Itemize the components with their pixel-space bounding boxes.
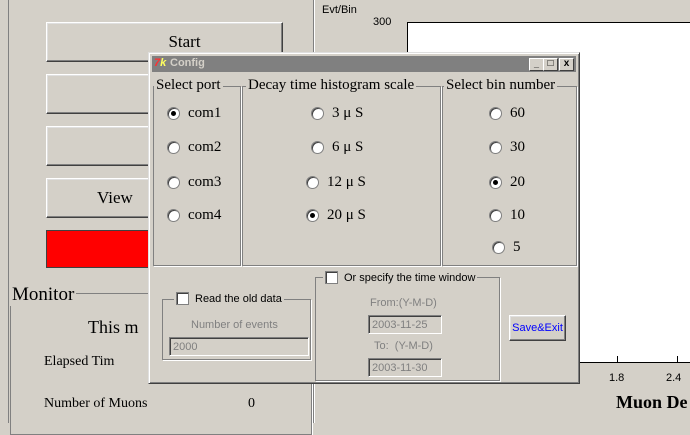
select-port-label: Select port bbox=[154, 77, 223, 94]
radio-button[interactable] bbox=[306, 209, 319, 222]
app-icon: 7k bbox=[154, 57, 167, 69]
bin-option-10[interactable]: 10 bbox=[489, 207, 525, 224]
elapsed-time-label: Elapsed Tim bbox=[44, 354, 115, 369]
plot-xlabel: Muon De bbox=[616, 392, 688, 412]
plot-ylabel: Evt/Bin bbox=[322, 4, 357, 16]
radio-button[interactable] bbox=[489, 209, 502, 222]
radio-button[interactable] bbox=[306, 176, 319, 189]
radio-button[interactable] bbox=[489, 107, 502, 120]
bin-option-30[interactable]: 30 bbox=[489, 139, 525, 156]
plot-xtick-2: 2.4 bbox=[666, 372, 682, 384]
read-old-checkbox[interactable]: Read the old data bbox=[174, 292, 284, 305]
checkbox[interactable] bbox=[325, 271, 338, 284]
decay-scale-label: Decay time histogram scale bbox=[246, 77, 417, 94]
from-date-field[interactable]: 2003-11-25 bbox=[368, 315, 442, 334]
radio-button[interactable] bbox=[311, 141, 324, 154]
radio-button[interactable] bbox=[167, 209, 180, 222]
bin-option-5[interactable]: 5 bbox=[492, 239, 521, 256]
to-label: To: (Y-M-D) bbox=[374, 340, 433, 352]
close-button[interactable]: x bbox=[559, 58, 574, 71]
radio-button[interactable] bbox=[489, 141, 502, 154]
minimize-button[interactable]: _ bbox=[529, 58, 544, 71]
plot-ytick-top: 300 bbox=[373, 16, 392, 28]
bin-number-label: Select bin number bbox=[444, 77, 558, 94]
decay-option-12us[interactable]: 12 μ S bbox=[306, 174, 366, 191]
decay-option-6us[interactable]: 6 μ S bbox=[311, 139, 363, 156]
bin-option-20[interactable]: 20 bbox=[489, 174, 525, 191]
monitor-this-text: This m bbox=[88, 317, 139, 337]
events-field[interactable]: 2000 bbox=[169, 337, 309, 356]
bin-option-60[interactable]: 60 bbox=[489, 105, 525, 122]
from-label: From:(Y-M-D) bbox=[370, 297, 437, 309]
save-exit-button[interactable]: Save&Exit bbox=[509, 315, 566, 341]
radio-button[interactable] bbox=[311, 107, 324, 120]
time-window-checkbox[interactable]: Or specify the time window bbox=[323, 271, 478, 284]
radio-button[interactable] bbox=[167, 176, 180, 189]
decay-option-3us[interactable]: 3 μ S bbox=[311, 105, 363, 122]
muons-value: 0 bbox=[248, 396, 255, 411]
decay-option-20us[interactable]: 20 μ S bbox=[306, 207, 366, 224]
dialog-title: Config bbox=[170, 57, 205, 69]
maximize-button[interactable]: □ bbox=[543, 58, 558, 71]
monitor-title: Monitor bbox=[10, 284, 77, 306]
radio-button[interactable] bbox=[167, 141, 180, 154]
port-option-com4[interactable]: com4 bbox=[167, 207, 221, 224]
to-date-field[interactable]: 2003-11-30 bbox=[368, 358, 442, 377]
radio-button[interactable] bbox=[489, 176, 502, 189]
radio-button[interactable] bbox=[167, 107, 180, 120]
config-dialog: 7k Config _ □ x Select port Decay time h… bbox=[148, 52, 580, 384]
muons-label: Number of Muons bbox=[44, 396, 148, 411]
port-option-com2[interactable]: com2 bbox=[167, 139, 221, 156]
events-label: Number of events bbox=[191, 319, 278, 331]
left-frame-line bbox=[8, 0, 9, 423]
plot-xtick-1: 1.8 bbox=[609, 372, 625, 384]
radio-button[interactable] bbox=[492, 241, 505, 254]
dialog-title-bar[interactable]: 7k Config _ □ x bbox=[152, 56, 576, 72]
checkbox[interactable] bbox=[176, 292, 189, 305]
port-option-com1[interactable]: com1 bbox=[167, 105, 221, 122]
port-option-com3[interactable]: com3 bbox=[167, 174, 221, 191]
